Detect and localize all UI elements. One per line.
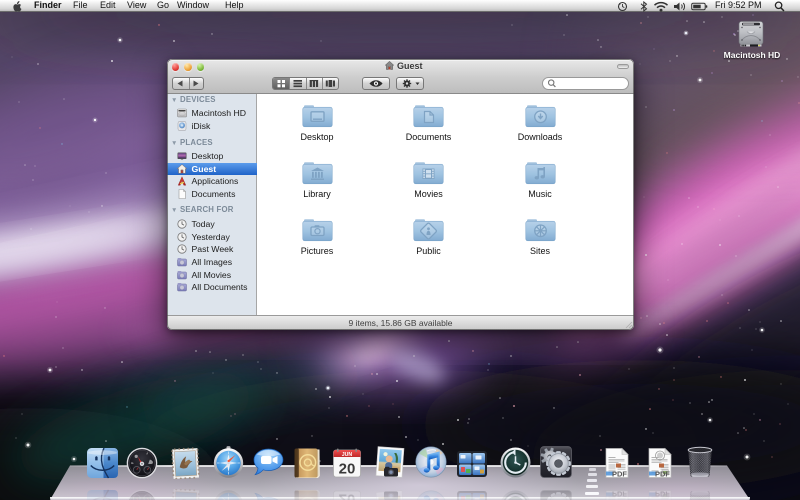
svg-text:20: 20 (339, 461, 356, 478)
svg-text:PDF: PDF (655, 470, 670, 479)
svg-text:JUN: JUN (342, 452, 353, 458)
svg-text:PDF: PDF (612, 470, 627, 479)
